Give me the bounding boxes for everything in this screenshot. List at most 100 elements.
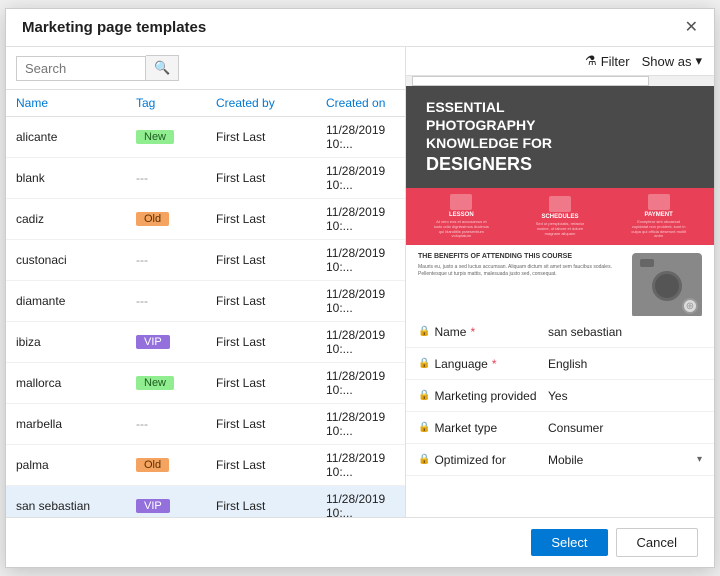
required-indicator: * [470,325,475,339]
preview-pink-label: LESSON [449,212,474,218]
cancel-button[interactable]: Cancel [616,528,698,557]
cell-created-by: First Last [216,212,326,226]
col-header-createdon[interactable]: Created on [326,96,395,110]
search-input[interactable] [16,56,146,81]
filter-button[interactable]: ⚗ Filter [585,53,630,69]
property-row: 🔒Marketing providedYes [406,380,714,412]
table-row[interactable]: ibizaVIPFirst Last11/28/2019 10:... [6,322,405,363]
property-value: Yes [548,389,702,403]
table-row[interactable]: palmaOldFirst Last11/28/2019 10:... [6,445,405,486]
right-panel: ⚗ Filter Show as ▾ [406,47,714,517]
tag-badge: New [136,130,174,144]
cell-name: mallorca [16,376,136,390]
preview-hero-line3: KNOWLEDGE FOR [426,134,552,152]
required-indicator: * [492,357,497,371]
col-header-createdby[interactable]: Created by [216,96,326,110]
property-value-text: Mobile [548,453,583,467]
dialog-body: 🔍 Name Tag Created by Created on alicant… [6,47,714,517]
cell-created-by: First Last [216,376,326,390]
cell-tag: --- [136,417,216,431]
cell-tag: --- [136,294,216,308]
show-as-label: Show as [642,54,692,69]
cell-name: blank [16,171,136,185]
close-button[interactable]: ✕ [685,20,698,36]
select-button[interactable]: Select [531,529,607,556]
cell-created-on: 11/28/2019 10:... [326,123,395,151]
property-row: 🔒Optimized forMobile ▾ [406,444,714,476]
col-header-name[interactable]: Name [16,96,136,110]
preview-pink-desc: Sed ut perspiciatis, refactor nusine, ut… [530,222,590,236]
cell-tag: VIP [136,499,216,513]
cell-created-on: 11/28/2019 10:... [326,451,395,479]
cell-created-on: 11/28/2019 10:... [326,492,395,517]
cell-created-on: 11/28/2019 10:... [326,369,395,397]
preview-browser-bar [406,76,714,86]
cell-created-on: 11/28/2019 10:... [326,328,395,356]
table-row[interactable]: san sebastianVIPFirst Last11/28/2019 10:… [6,486,405,517]
cell-name: marbella [16,417,136,431]
table-row[interactable]: alicanteNew First Last11/28/2019 10:... [6,117,405,158]
tag-none: --- [136,171,148,185]
cell-name: diamante [16,294,136,308]
filter-icon: ⚗ [585,53,597,69]
preview-pink-item: PAYMENT Excepteur sint obcaecat cupidata… [629,194,689,239]
property-label-text: Language [434,357,487,371]
preview-zoom-icon: ⊕ [682,298,698,314]
preview-bottom-body: Mauris eu, justo a sed luctus accumsan. … [418,264,624,278]
table-row[interactable]: cadizOldFirst Last11/28/2019 10:... [6,199,405,240]
filter-label: Filter [601,54,630,69]
table-row[interactable]: diamante---First Last11/28/2019 10:... [6,281,405,322]
show-as-button[interactable]: Show as ▾ [642,53,702,69]
cell-created-by: First Last [216,171,326,185]
preview-area: ESSENTIAL PHOTOGRAPHY KNOWLEDGE FOR DESI… [406,76,714,316]
preview-hero-line1: ESSENTIAL [426,98,552,116]
col-header-tag[interactable]: Tag [136,96,216,110]
dialog-title: Marketing page templates [22,19,206,36]
cell-name: ibiza [16,335,136,349]
cell-tag: Old [136,458,216,472]
preview-camera-top [640,259,654,267]
cell-created-on: 11/28/2019 10:... [326,164,395,192]
property-label: 🔒Market type [418,421,548,435]
preview-hero-line2: PHOTOGRAPHY [426,116,552,134]
property-row: 🔒 Language * English [406,348,714,380]
cell-name: alicante [16,130,136,144]
property-label: 🔒Marketing provided [418,389,548,403]
property-label-text: Marketing provided [434,389,536,403]
property-label: 🔒Name* [418,325,548,339]
lock-icon: 🔒 [418,326,430,337]
preview-bottom-title: THE BENEFITS OF ATTENDING THIS COURSE [418,253,624,260]
tag-badge: New [136,376,174,390]
property-value[interactable]: Mobile ▾ [548,453,702,467]
cell-tag: --- [136,253,216,267]
preview-pink-label: PAYMENT [644,212,672,218]
cell-tag: New [136,376,216,390]
property-label: 🔒Optimized for [418,453,548,467]
preview-mock: ESSENTIAL PHOTOGRAPHY KNOWLEDGE FOR DESI… [406,76,714,316]
table-row[interactable]: custonaci---First Last11/28/2019 10:... [6,240,405,281]
preview-pink-item: SCHEDULES Sed ut perspiciatis, refactor … [530,196,590,236]
preview-hero-bold: DESIGNERS [426,154,532,174]
table-row[interactable]: marbella---First Last11/28/2019 10:... [6,404,405,445]
cell-tag: New [136,130,216,144]
cell-created-by: First Last [216,417,326,431]
tag-badge: VIP [136,499,170,513]
search-button[interactable]: 🔍 [146,55,179,81]
cell-created-by: First Last [216,130,326,144]
tag-badge: Old [136,458,169,472]
tag-badge: VIP [136,335,170,349]
cell-name: san sebastian [16,499,136,513]
preview-pink-bar: LESSON At vero eos et accusamus et iusto… [406,188,714,245]
left-panel: 🔍 Name Tag Created by Created on alicant… [6,47,406,517]
preview-pink-desc: At vero eos et accusamus et iusto odio d… [431,220,491,239]
property-row: 🔒Market typeConsumer [406,412,714,444]
cell-tag: VIP [136,335,216,349]
table-row[interactable]: mallorcaNew First Last11/28/2019 10:... [6,363,405,404]
lock-icon: 🔒 [418,358,430,369]
dropdown-arrow-icon: ▾ [697,454,702,465]
preview-pink-label: SCHEDULES [541,214,578,220]
property-value: English [548,357,702,371]
cell-created-on: 11/28/2019 10:... [326,246,395,274]
property-row: 🔒Name*san sebastian [406,316,714,348]
table-row[interactable]: blank--- First Last11/28/2019 10:... [6,158,405,199]
